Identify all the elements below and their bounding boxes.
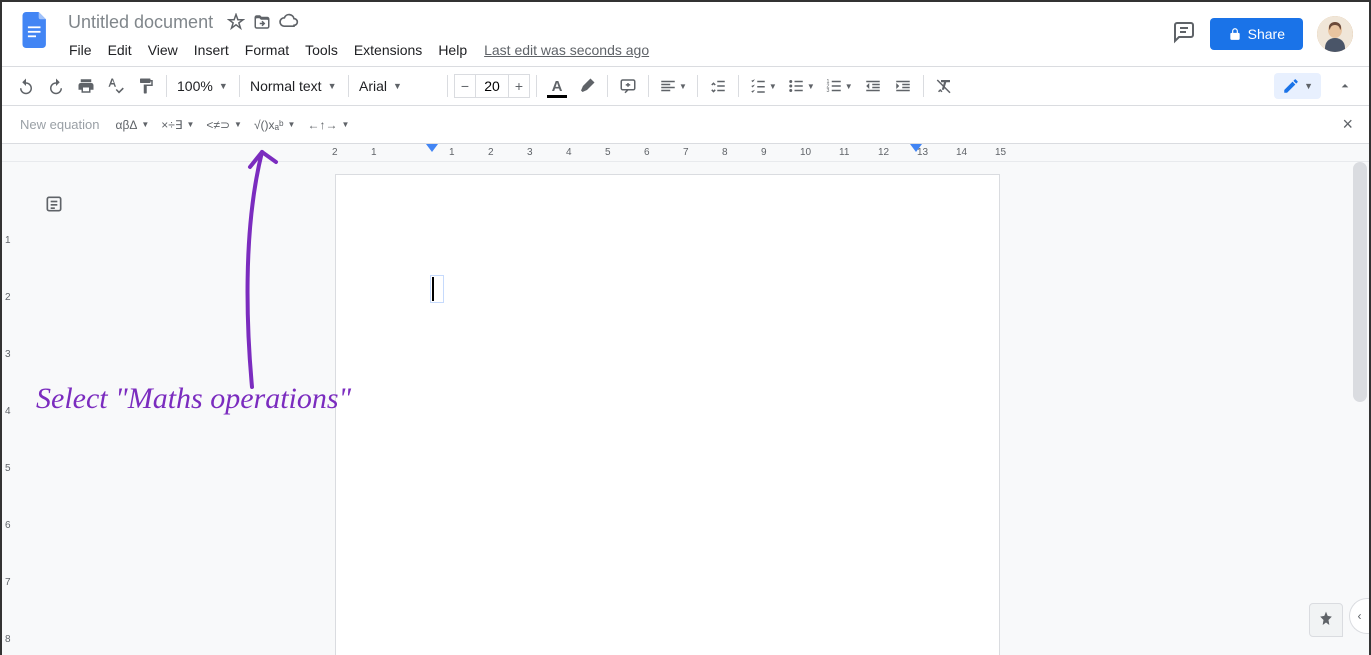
vruler-mark: 2 xyxy=(5,292,11,303)
outline-button[interactable] xyxy=(40,190,68,218)
numbered-list-button[interactable]: 123▼ xyxy=(821,72,857,100)
checklist-button[interactable]: ▼ xyxy=(745,72,781,100)
ruler-mark: 8 xyxy=(722,147,728,158)
ruler-mark: 4 xyxy=(566,147,572,158)
ruler-mark: 13 xyxy=(917,147,928,158)
main-toolbar: 100%▼ Normal text▼ Arial▼ − + A ▼ ▼ ▼ 12… xyxy=(2,66,1369,106)
lock-icon xyxy=(1228,27,1242,41)
ruler-mark: 6 xyxy=(644,147,650,158)
arrows-button[interactable]: ←↑→▼ xyxy=(303,114,353,136)
ruler-mark: 2 xyxy=(488,147,494,158)
menu-view[interactable]: View xyxy=(141,38,185,62)
ruler-mark: 10 xyxy=(800,147,811,158)
greek-letters-button[interactable]: αβΔ▼ xyxy=(112,114,154,136)
text-cursor xyxy=(432,277,434,301)
relations-button[interactable]: <≠⊃▼ xyxy=(202,114,246,136)
pencil-icon xyxy=(1282,77,1300,95)
misc-operations-button[interactable]: ×÷∃▼ xyxy=(157,114,198,136)
document-title[interactable]: Untitled document xyxy=(62,10,219,35)
ruler-mark: 12 xyxy=(878,147,889,158)
vruler-mark: 4 xyxy=(5,406,11,417)
title-area: Untitled document File Edit View Insert … xyxy=(62,10,1172,62)
ruler-mark: 1 xyxy=(371,147,377,158)
editing-mode-button[interactable]: ▼ xyxy=(1274,73,1321,99)
indent-increase-button[interactable] xyxy=(889,72,917,100)
header: Untitled document File Edit View Insert … xyxy=(2,2,1369,66)
font-select[interactable]: Arial▼ xyxy=(355,74,441,98)
ruler-mark: 2 xyxy=(332,147,338,158)
paint-format-button[interactable] xyxy=(132,72,160,100)
menu-help[interactable]: Help xyxy=(431,38,474,62)
first-line-indent-icon[interactable] xyxy=(426,144,438,154)
redo-button[interactable] xyxy=(42,72,70,100)
new-equation-label[interactable]: New equation xyxy=(12,117,108,132)
collapse-toolbar-button[interactable] xyxy=(1331,72,1359,100)
account-avatar[interactable] xyxy=(1317,16,1353,52)
cloud-icon[interactable] xyxy=(279,13,299,31)
docs-logo-icon[interactable] xyxy=(18,12,54,48)
font-size-decrease[interactable]: − xyxy=(454,74,476,98)
print-button[interactable] xyxy=(72,72,100,100)
align-button[interactable]: ▼ xyxy=(655,72,691,100)
ruler-mark: 9 xyxy=(761,147,767,158)
ruler-mark: 5 xyxy=(605,147,611,158)
font-size-increase[interactable]: + xyxy=(508,74,530,98)
horizontal-ruler[interactable]: 21123456789101112131415 xyxy=(2,144,1369,162)
insert-comment-button[interactable] xyxy=(614,72,642,100)
document-canvas: 1 2 3 4 5 6 7 8 xyxy=(2,162,1369,655)
equation-cursor-box[interactable] xyxy=(430,275,444,303)
menu-extensions[interactable]: Extensions xyxy=(347,38,429,62)
text-color-button[interactable]: A xyxy=(543,72,571,100)
menu-format[interactable]: Format xyxy=(238,38,296,62)
clear-formatting-button[interactable] xyxy=(930,72,958,100)
vruler-mark: 1 xyxy=(5,235,11,246)
menu-edit[interactable]: Edit xyxy=(101,38,139,62)
ruler-mark: 11 xyxy=(839,147,849,158)
bullet-list-button[interactable]: ▼ xyxy=(783,72,819,100)
menu-file[interactable]: File xyxy=(62,38,99,62)
undo-button[interactable] xyxy=(12,72,40,100)
math-operations-button[interactable]: √()xₐᵇ▼ xyxy=(250,114,300,136)
vruler-mark: 8 xyxy=(5,634,11,645)
font-size-group: − + xyxy=(454,74,530,98)
share-label: Share xyxy=(1248,26,1285,42)
move-icon[interactable] xyxy=(253,13,271,31)
menu-bar: File Edit View Insert Format Tools Exten… xyxy=(62,38,1172,62)
share-button[interactable]: Share xyxy=(1210,18,1303,50)
last-edit-link[interactable]: Last edit was seconds ago xyxy=(484,42,649,58)
svg-text:3: 3 xyxy=(826,88,829,94)
ruler-mark: 7 xyxy=(683,147,689,158)
style-select[interactable]: Normal text▼ xyxy=(246,74,342,98)
vruler-mark: 5 xyxy=(5,463,11,474)
zoom-select[interactable]: 100%▼ xyxy=(173,74,233,98)
menu-insert[interactable]: Insert xyxy=(187,38,236,62)
ruler-mark: 15 xyxy=(995,147,1006,158)
indent-decrease-button[interactable] xyxy=(859,72,887,100)
page[interactable] xyxy=(335,174,1000,655)
line-spacing-button[interactable] xyxy=(704,72,732,100)
menu-tools[interactable]: Tools xyxy=(298,38,345,62)
ruler-mark: 3 xyxy=(527,147,533,158)
vruler-mark: 3 xyxy=(5,349,11,360)
comment-history-icon[interactable] xyxy=(1172,20,1196,49)
highlight-button[interactable] xyxy=(573,72,601,100)
equation-toolbar: New equation αβΔ▼ ×÷∃▼ <≠⊃▼ √()xₐᵇ▼ ←↑→▼… xyxy=(2,106,1369,144)
explore-button[interactable] xyxy=(1309,603,1343,637)
font-size-input[interactable] xyxy=(476,74,508,98)
close-equation-bar-icon[interactable]: × xyxy=(1342,114,1353,135)
star-icon[interactable] xyxy=(227,13,245,31)
ruler-mark: 1 xyxy=(449,147,455,158)
vertical-ruler[interactable]: 1 2 3 4 5 6 7 8 xyxy=(2,162,20,655)
vruler-mark: 6 xyxy=(5,520,11,531)
vruler-mark: 7 xyxy=(5,577,11,588)
spellcheck-button[interactable] xyxy=(102,72,130,100)
vertical-scrollbar[interactable] xyxy=(1353,162,1367,623)
ruler-mark: 14 xyxy=(956,147,967,158)
